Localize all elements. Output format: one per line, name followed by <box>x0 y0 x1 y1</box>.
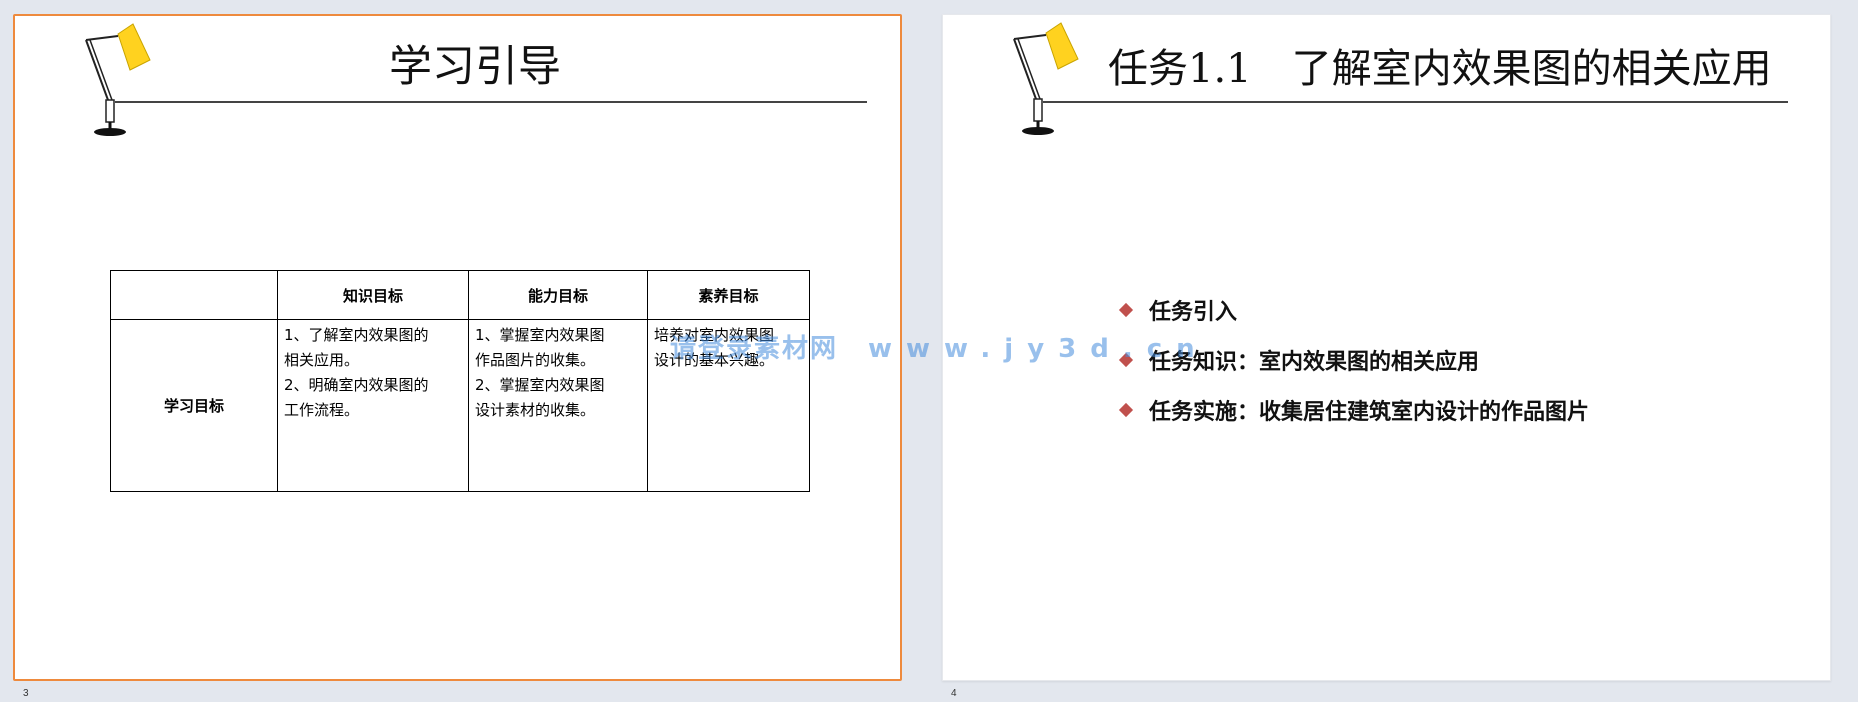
title-rule <box>115 101 867 103</box>
table-header-literacy: 素养目标 <box>647 270 810 320</box>
slide-number-4: 4 <box>951 688 957 699</box>
cell-line: 作品图片的收集。 <box>475 351 596 369</box>
diamond-bullet-icon <box>1118 302 1134 318</box>
slide-title: 学习引导 <box>389 42 561 92</box>
table-row-label: 学习目标 <box>110 319 278 492</box>
list-item: 任务实施：收集居住建筑室内设计的作品图片 <box>1118 387 1590 437</box>
title-rule <box>1043 101 1788 103</box>
cell-line: 相关应用。 <box>284 351 360 369</box>
slide-number-3: 3 <box>23 688 29 699</box>
cell-line: 2、掌握室内效果图 <box>475 376 605 394</box>
site-watermark: 请登录素材网 www.jy3d.cn <box>670 328 1209 365</box>
cell-line: 工作流程。 <box>284 401 360 419</box>
bullet-text: 任务引入 <box>1149 299 1238 325</box>
slide-title: 任务1.1 了解室内效果图的相关应用 <box>1108 46 1772 92</box>
table-header-row: 知识目标 能力目标 素养目标 <box>110 270 810 320</box>
diamond-bullet-icon <box>1118 402 1134 418</box>
watermark-site-name: 请登录素材网 <box>670 334 839 364</box>
table-cell-ability: 1、掌握室内效果图 作品图片的收集。 2、掌握室内效果图 设计素材的收集。 <box>468 319 648 492</box>
table-header-knowledge: 知识目标 <box>277 270 469 320</box>
desk-lamp-icon <box>1013 22 1079 135</box>
table-header-corner <box>110 270 278 320</box>
table-cell-knowledge: 1、了解室内效果图的 相关应用。 2、明确室内效果图的 工作流程。 <box>277 319 469 492</box>
learning-goals-table: 知识目标 能力目标 素养目标 学习目标 1、了解室内效果图的 相关应用。 2、明… <box>110 270 810 492</box>
bullet-text: 任务实施：收集居住建筑室内设计的作品图片 <box>1149 399 1590 425</box>
cell-line: 1、了解室内效果图的 <box>284 326 429 344</box>
table-header-ability: 能力目标 <box>468 270 648 320</box>
desk-lamp-icon <box>85 23 151 136</box>
cell-line: 1、掌握室内效果图 <box>475 326 605 344</box>
watermark-url: www.jy3d.cn <box>868 334 1209 364</box>
cell-line: 设计素材的收集。 <box>475 401 596 419</box>
cell-line: 2、明确室内效果图的 <box>284 376 429 394</box>
